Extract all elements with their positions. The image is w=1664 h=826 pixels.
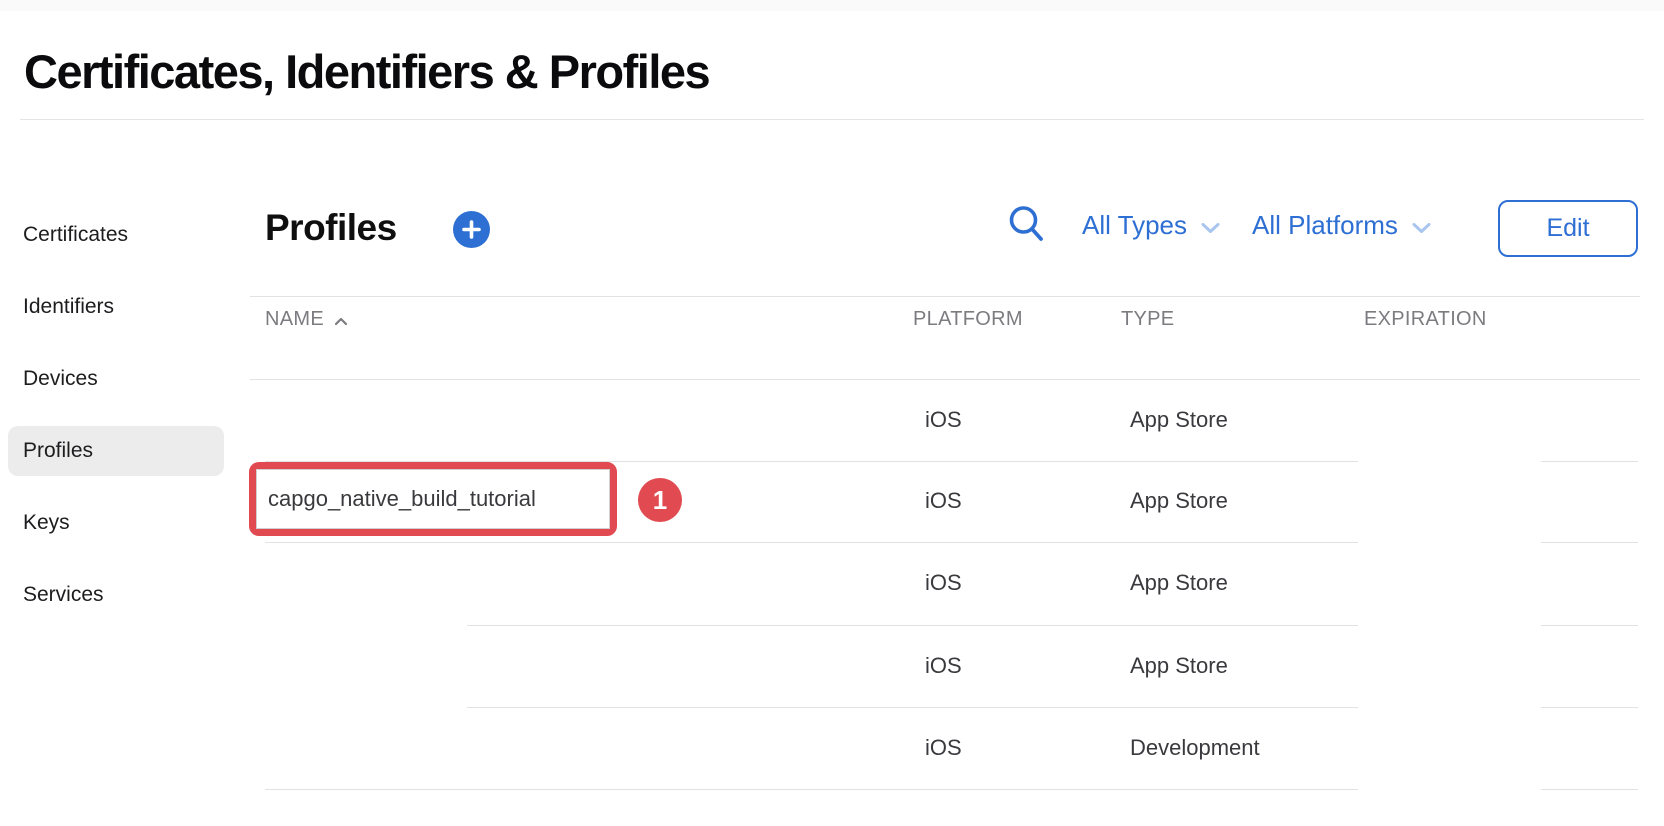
page-title: Certificates, Identifiers & Profiles — [24, 45, 711, 98]
filter-all-platforms[interactable]: All Platforms — [1252, 210, 1431, 241]
table-top-divider — [250, 296, 1640, 297]
add-profile-button[interactable] — [453, 211, 490, 248]
column-header-expiration[interactable]: EXPIRATION — [1364, 308, 1487, 331]
row-divider-right-segment — [1541, 461, 1638, 462]
column-header-expiration-label: EXPIRATION — [1364, 308, 1487, 330]
annotation-highlight-box: capgo_native_build_tutorial — [249, 462, 617, 536]
row-divider-right-segment — [1541, 625, 1638, 626]
row-divider — [467, 707, 1358, 708]
sidebar: Certificates Identifiers Devices Profile… — [8, 210, 224, 642]
row-divider — [467, 625, 1358, 626]
sidebar-item-keys[interactable]: Keys — [8, 498, 224, 548]
top-strip — [0, 0, 1664, 11]
row-divider — [265, 542, 1358, 543]
row5-type-cell: Development — [1130, 735, 1260, 760]
plus-icon — [462, 220, 481, 239]
annotation-step-badge: 1 — [638, 478, 682, 522]
section-heading: Profiles — [265, 207, 397, 248]
filter-all-types[interactable]: All Types — [1082, 210, 1220, 241]
sidebar-item-profiles[interactable]: Profiles — [8, 426, 224, 476]
row2-type-cell: App Store — [1130, 488, 1228, 513]
edit-button[interactable]: Edit — [1498, 200, 1638, 257]
row2-platform-cell: iOS — [925, 488, 962, 513]
sidebar-item-identifiers[interactable]: Identifiers — [8, 282, 224, 332]
sidebar-item-label: Certificates — [23, 223, 129, 246]
sidebar-item-label: Services — [23, 583, 104, 606]
title-divider — [20, 119, 1644, 120]
column-header-platform-label: PLATFORM — [913, 308, 1023, 330]
table-header-divider — [250, 379, 1640, 380]
row3-type-cell: App Store — [1130, 570, 1228, 595]
row1-platform-cell: iOS — [925, 407, 962, 432]
edit-button-label: Edit — [1546, 214, 1590, 242]
sidebar-item-label: Profiles — [23, 439, 94, 462]
sort-ascending-icon — [334, 317, 348, 326]
sidebar-item-label: Keys — [23, 511, 70, 534]
profile-name-cell[interactable]: capgo_native_build_tutorial — [256, 469, 610, 529]
search-icon — [1008, 204, 1044, 242]
sidebar-item-services[interactable]: Services — [8, 570, 224, 620]
row-divider-right-segment — [1541, 542, 1638, 543]
row5-platform-cell: iOS — [925, 735, 962, 760]
sidebar-item-devices[interactable]: Devices — [8, 354, 224, 404]
filter-all-platforms-label: All Platforms — [1252, 210, 1398, 240]
row-divider — [265, 789, 1358, 790]
row4-platform-cell: iOS — [925, 653, 962, 678]
column-header-name-label: NAME — [265, 308, 324, 330]
filter-all-types-label: All Types — [1082, 210, 1188, 240]
row3-platform-cell: iOS — [925, 570, 962, 595]
column-header-name[interactable]: NAME — [265, 308, 348, 331]
chevron-down-icon — [1201, 222, 1220, 234]
sidebar-item-certificates[interactable]: Certificates — [8, 210, 224, 260]
row4-type-cell: App Store — [1130, 653, 1228, 678]
column-header-type-label: TYPE — [1121, 308, 1175, 330]
sidebar-item-label: Devices — [23, 367, 98, 390]
row-divider-right-segment — [1541, 789, 1638, 790]
row-divider-right-segment — [1541, 707, 1638, 708]
chevron-down-icon — [1412, 222, 1431, 234]
sidebar-item-label: Identifiers — [23, 295, 115, 318]
search-button[interactable] — [1008, 204, 1044, 242]
column-header-type[interactable]: TYPE — [1121, 308, 1174, 331]
column-header-platform[interactable]: PLATFORM — [913, 308, 1023, 331]
row1-type-cell: App Store — [1130, 407, 1228, 432]
